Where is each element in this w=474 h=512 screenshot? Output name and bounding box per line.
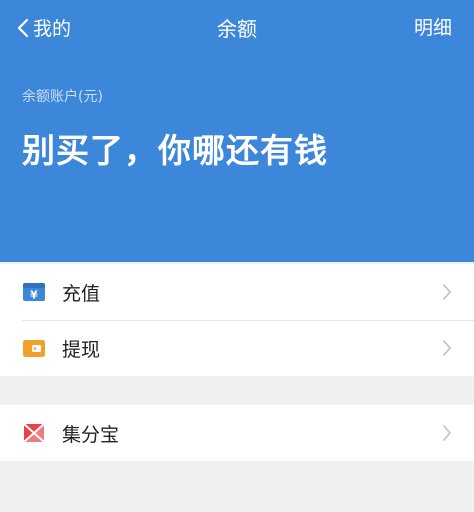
page-title: 余额 <box>217 17 257 41</box>
jifenbao-label: 集分宝 <box>62 423 120 446</box>
list-group-account: ¥ 充值 提现 <box>0 264 474 376</box>
balance-label: 余额账户(元) <box>22 89 103 105</box>
nav-bar: 我的 余额 明细 <box>0 0 474 52</box>
balance-header: 我的 余额 明细 余额账户(元) 别买了，你哪还有钱 <box>0 0 474 262</box>
withdraw-wallet-icon <box>23 340 45 357</box>
balance-page: 我的 余额 明细 余额账户(元) 别买了，你哪还有钱 ¥ 充值 提现 集分宝 <box>0 0 474 512</box>
jifenbao-row[interactable]: 集分宝 <box>0 405 474 461</box>
list-group-points: 集分宝 <box>0 405 474 461</box>
recharge-row[interactable]: ¥ 充值 <box>0 264 474 320</box>
withdraw-row[interactable]: 提现 <box>0 320 474 376</box>
chevron-right-icon <box>443 425 451 441</box>
chevron-right-icon <box>443 340 451 356</box>
withdraw-label: 提现 <box>62 338 101 361</box>
recharge-icon: ¥ <box>23 283 45 302</box>
detail-button[interactable]: 明细 <box>414 13 452 40</box>
svg-text:¥: ¥ <box>30 289 38 302</box>
recharge-label: 充值 <box>62 282 101 305</box>
balance-value: 别买了，你哪还有钱 <box>22 131 328 170</box>
chevron-right-icon <box>443 284 451 300</box>
jifenbao-icon <box>23 423 45 443</box>
